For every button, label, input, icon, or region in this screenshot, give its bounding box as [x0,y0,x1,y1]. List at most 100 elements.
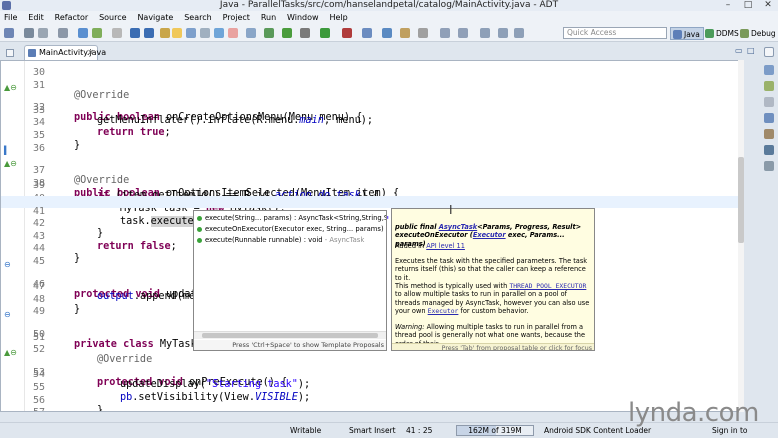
api-level-link[interactable]: API level 11 [426,242,465,250]
android-avd-manager-icon[interactable] [92,28,102,38]
outline-icon[interactable] [764,81,774,91]
code-line: 54 updateDisplay("Starting task"); [1,359,743,390]
public-method-icon [197,238,202,243]
menu-navigate[interactable]: Navigate [133,11,177,25]
new-icon[interactable] [4,28,14,38]
javadoc-view-icon[interactable] [764,113,774,123]
external-tools-icon[interactable] [342,28,352,38]
override-marker-icon[interactable]: ▲⊖ [4,82,22,95]
menu-window[interactable]: Window [283,11,323,25]
tab-label: MainActivity.java [39,48,107,57]
proposal-footer: Press 'Ctrl+Space' to show Template Prop… [194,340,386,350]
forward-icon[interactable] [514,28,524,38]
cursor-position: 41 : 25 [406,426,433,435]
block-selection-icon[interactable] [186,28,196,38]
save-all-icon[interactable] [38,28,48,38]
menu-file[interactable]: File [0,11,21,25]
java-perspective-icon [673,30,682,39]
restore-icon[interactable] [764,47,774,57]
run-play-icon[interactable] [320,28,330,38]
maximize-editor-button[interactable]: □ [747,46,755,55]
line-number: 57 [25,407,45,411]
minimize-editor-button[interactable]: ▭ [735,46,743,55]
coverage-icon[interactable] [228,28,238,38]
menu-source[interactable]: Source [95,11,130,25]
close-tab-icon[interactable]: ✕ [87,46,94,60]
heap-status[interactable]: 162M of 319M [456,425,534,436]
quick-access-input[interactable]: Quick Access [563,27,667,39]
proposal-item[interactable]: execute(String... params) : AsyncTask<St… [194,213,386,224]
javadoc-popup[interactable]: public final AsyncTask<Params, Progress,… [391,208,595,351]
editor-tab-row: MainActivity.java ✕ [0,43,760,60]
fold-icon[interactable]: ⊖ [4,259,22,272]
maximize-window-button[interactable]: □ [740,0,756,10]
gear-icon[interactable] [300,28,310,38]
menu-edit[interactable]: Edit [24,11,48,25]
menu-run[interactable]: Run [257,11,280,25]
new-java-class-icon[interactable] [382,28,392,38]
thread-pool-executor-link[interactable]: THREAD_POOL_EXECUTOR [509,282,586,290]
android-sdk-manager-icon[interactable] [78,28,88,38]
fold-icon[interactable]: ⊖ [4,309,22,322]
code-line: ▍ 37 @Override [1,145,743,186]
javadoc-footer: Press 'Tab' from proposal table or click… [392,343,594,350]
problems-icon[interactable] [764,97,774,107]
ddms-perspective-icon [705,29,714,38]
tab-mainactivity[interactable]: MainActivity.java ✕ [24,45,106,60]
menu-help[interactable]: Help [325,11,351,25]
override-marker-icon[interactable]: ▲⊖ [4,347,22,360]
proposal-label: execute(Runnable runnable) : void [205,236,323,244]
lint-icon[interactable] [112,28,122,38]
print-icon[interactable] [58,28,68,38]
new-java-package-icon[interactable] [362,28,372,38]
debug-icon[interactable] [264,28,274,38]
editor-scroll-thumb[interactable] [738,157,744,243]
declaration-view-icon[interactable] [764,129,774,139]
menu-search[interactable]: Search [180,11,215,25]
search-icon[interactable] [418,28,428,38]
logcat-icon[interactable] [764,161,774,171]
proposal-owner: - AsyncTask [324,236,365,244]
proposal-item[interactable]: executeOnExecutor(Executor exec, String.… [194,224,386,235]
doc-paragraph-2: This method is typically used with THREA… [395,282,590,316]
import-icon[interactable] [130,28,140,38]
console-icon[interactable] [764,145,774,155]
executor-link[interactable]: Executor [473,231,506,239]
back-icon[interactable] [498,28,508,38]
last-edit-location-icon[interactable] [480,28,490,38]
minimize-window-button[interactable]: – [720,0,736,10]
close-window-button[interactable]: ✕ [760,0,776,10]
proposal-scroll-thumb[interactable] [202,333,378,338]
export-icon[interactable] [144,28,154,38]
save-icon[interactable] [24,28,34,38]
insert-mode-status: Smart Insert [349,426,396,435]
left-trim-icon[interactable] [6,49,14,57]
open-type-icon[interactable] [400,28,410,38]
show-whitespace-icon[interactable] [200,28,210,38]
executor-class-link[interactable]: Executor [428,307,459,315]
proposal-item[interactable]: execute(Runnable runnable) : void - Asyn… [194,235,386,246]
skip-breakpoints-icon[interactable] [246,28,256,38]
perspective-ddms[interactable]: DDMS [703,27,742,40]
toggle-breadcrumb-icon[interactable] [160,28,170,38]
override-marker-icon[interactable]: ▲⊖ [4,158,22,171]
mark-occurrences-icon[interactable] [172,28,182,38]
asynctask-link[interactable]: AsyncTask [439,223,477,231]
proposal-horizontal-scrollbar[interactable] [194,331,386,339]
proposal-label: execute(String... params) : AsyncTask<St… [205,214,386,222]
perspective-java[interactable]: Java [670,27,704,40]
ndk-icon[interactable] [214,28,224,38]
next-annotation-icon[interactable] [440,28,450,38]
previous-annotation-icon[interactable] [458,28,468,38]
menu-project[interactable]: Project [219,11,254,25]
content-assist-list[interactable]: execute(String... params) : AsyncTask<St… [193,210,387,351]
title-bar: Java - ParallelTasks/src/com/hanselandpe… [0,0,778,11]
run-icon[interactable] [282,28,292,38]
public-method-icon [197,216,202,221]
perspective-debug[interactable]: Debug [738,27,778,40]
code-line: 33 getMenuInflater().inflate(R.menu.main… [1,95,743,126]
menu-refactor[interactable]: Refactor [51,11,93,25]
package-explorer-icon[interactable] [764,65,774,75]
perspective-debug-label: Debug [751,29,776,38]
code-line: 56 } [1,385,743,411]
